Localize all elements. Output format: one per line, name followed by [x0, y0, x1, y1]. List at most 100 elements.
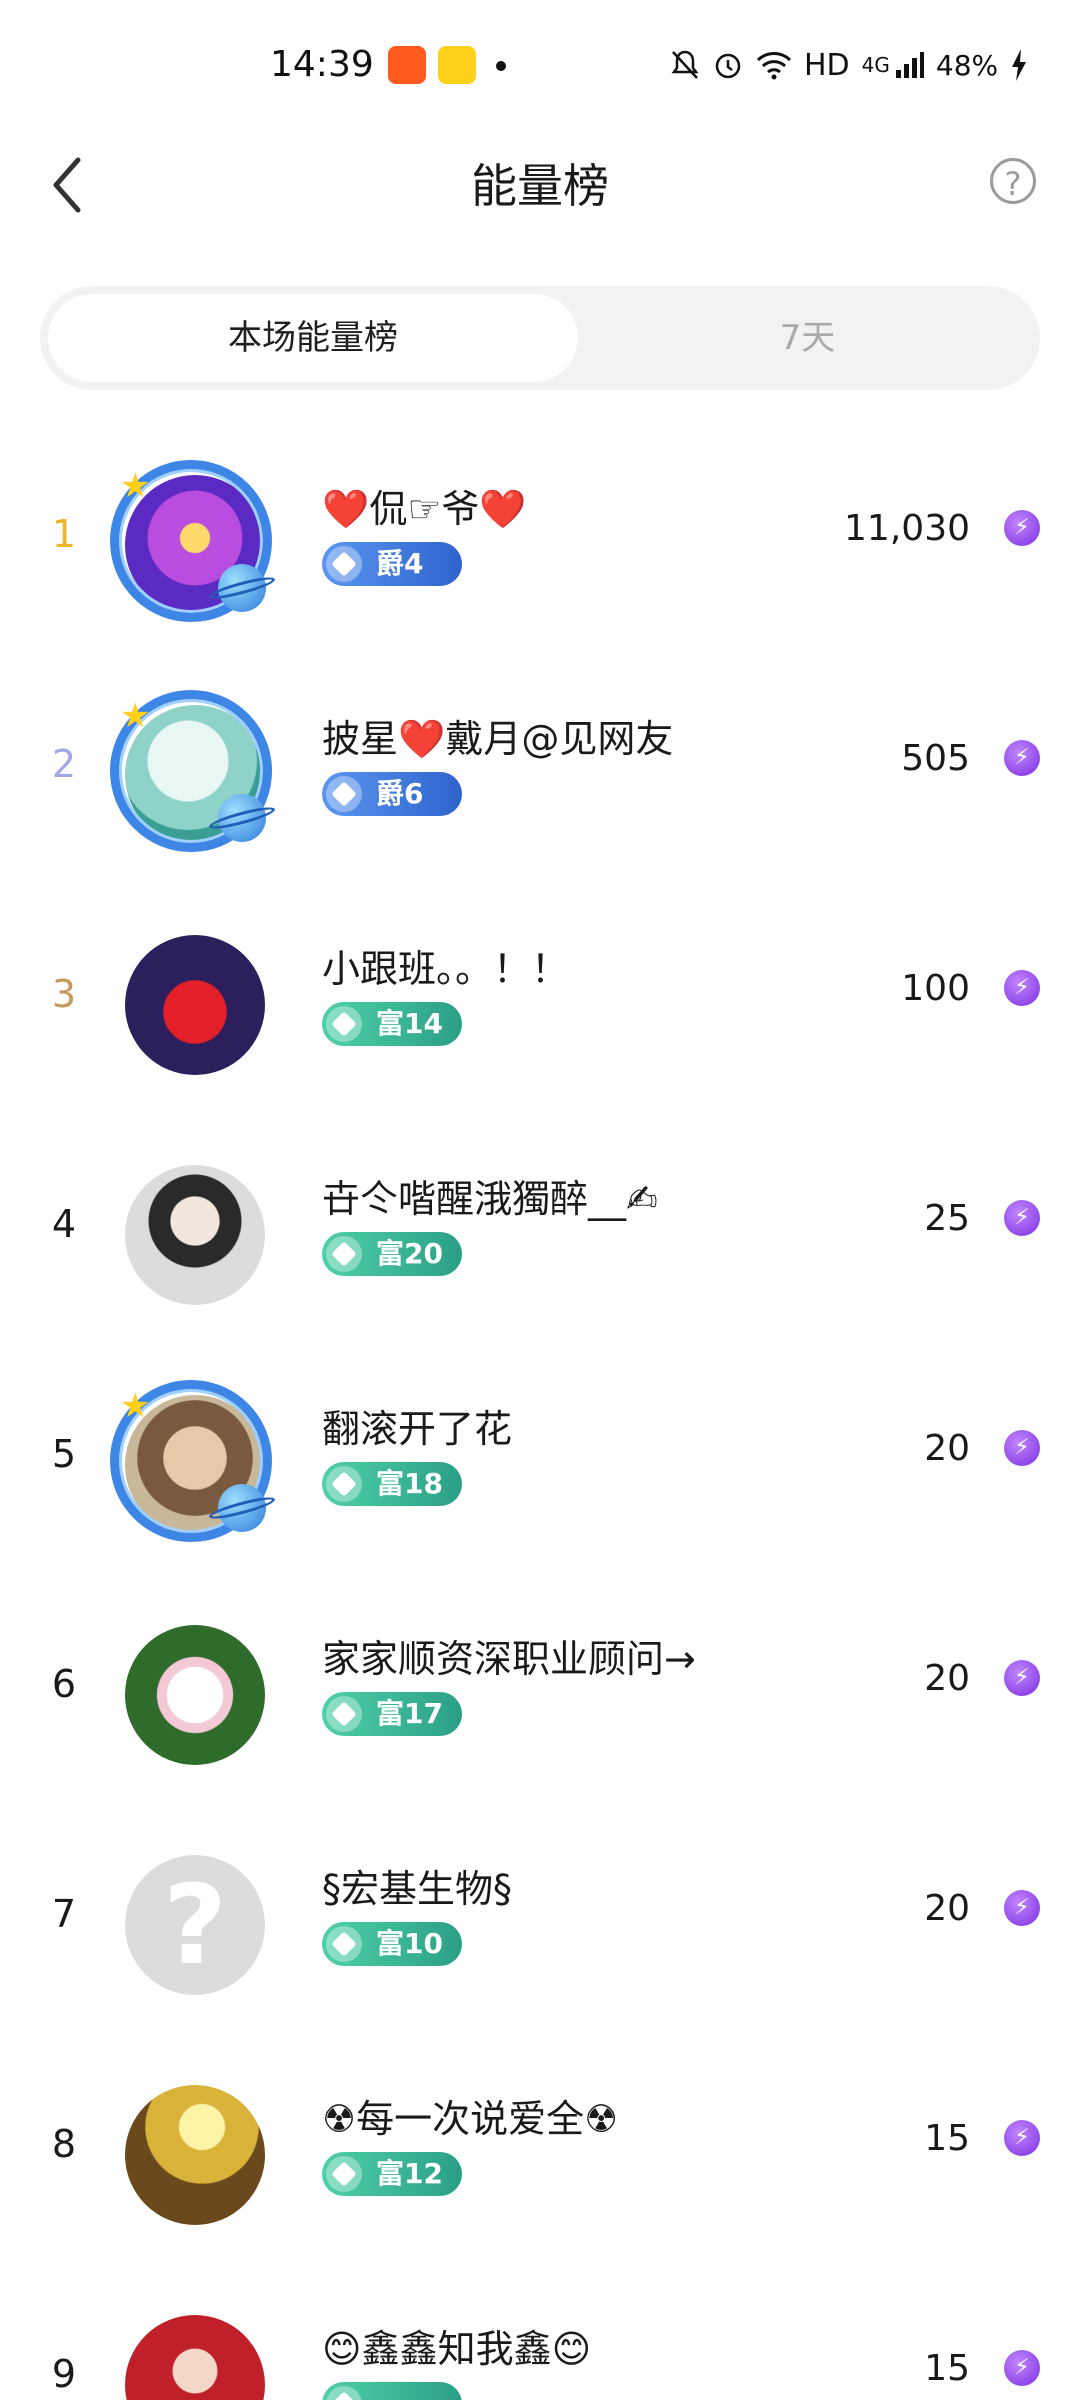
level-badge: 富20 [322, 1232, 462, 1276]
list-item[interactable]: 8 ☢每一次说爱全☢ 富12 15 ⚡ [0, 2040, 1080, 2270]
planet-icon [218, 1484, 266, 1532]
energy-bolt-icon: ⚡ [1004, 1430, 1040, 1466]
level-badge: 爵6 [322, 772, 462, 816]
rank-number: 8 [51, 2122, 77, 2166]
avatar[interactable] [110, 920, 280, 1090]
kuaishou-app-icon [388, 46, 426, 84]
user-name: ☢每一次说爱全☢ [322, 2097, 619, 2141]
xianyu-app-icon [438, 46, 476, 84]
badge-label: 富17 [376, 1697, 443, 1730]
energy-score: 25 [924, 1198, 970, 1239]
user-name: 😊鑫鑫知我鑫😊 [322, 2327, 592, 2371]
badge-triangle-icon [326, 1466, 362, 1502]
user-name: 小跟班。。！！ [322, 947, 570, 991]
planet-icon [218, 794, 266, 842]
user-name: 披星❤️戴月@见网友 [322, 717, 674, 761]
star-icon: ★ [120, 466, 151, 506]
forest-avatar-image [125, 2085, 265, 2225]
level-badge: 富10 [322, 1922, 462, 1966]
energy-bolt-icon: ⚡ [1004, 740, 1040, 776]
badge-label: 富20 [376, 1237, 443, 1270]
user-name: 卋仒喈醒涐獨醉__✍ [322, 1177, 658, 1221]
badge-label: 爵4 [376, 547, 424, 580]
badge-triangle-icon [326, 1006, 362, 1042]
wifi-icon [756, 52, 792, 80]
planet-icon [218, 564, 266, 612]
page-title: 能量榜 [471, 159, 609, 213]
battery-label: 48% [935, 48, 999, 82]
network-label: 4G [861, 53, 890, 77]
mute-bell-icon [671, 50, 699, 79]
rank-number: 6 [51, 1662, 77, 1706]
tab-current-session[interactable]: 本场能量榜 [48, 294, 578, 382]
rank-number: 3 [51, 972, 77, 1016]
list-item[interactable]: 6 家家顺资深职业顾问→ 富17 20 ⚡ [0, 1580, 1080, 1810]
level-badge: 富14 [322, 1002, 462, 1046]
avatar[interactable] [110, 1610, 280, 1780]
energy-score: 15 [924, 2348, 970, 2389]
tab-7-days[interactable]: 7天 [580, 294, 1035, 382]
rank-number: 2 [51, 742, 77, 786]
energy-score: 100 [901, 968, 970, 1009]
unknown-user-icon: ? [125, 1855, 265, 1995]
signal-icon [895, 52, 924, 78]
badge-label: 富18 [376, 1467, 443, 1500]
user-avatar-image [125, 2315, 265, 2400]
energy-bolt-icon: ⚡ [1004, 1890, 1040, 1926]
level-badge: 富12 [322, 2152, 462, 2196]
status-bar: 14:39 HD 4G 48% [0, 0, 1080, 130]
badge-label: 富10 [376, 1927, 443, 1960]
avatar[interactable] [110, 2300, 280, 2400]
lotus-avatar-image [125, 1625, 265, 1765]
rank-number: 5 [51, 1432, 77, 1476]
avatar[interactable]: ★ [110, 460, 280, 630]
list-item[interactable]: 1 ★ ❤️侃☞爷❤️ 爵4 11,030 ⚡ [0, 430, 1080, 660]
energy-bolt-icon: ⚡ [1004, 510, 1040, 546]
energy-score: 11,030 [844, 508, 970, 549]
avatar[interactable] [110, 2070, 280, 2240]
energy-bolt-icon: ⚡ [1004, 1200, 1040, 1236]
list-item[interactable]: 2 ★ 披星❤️戴月@见网友 爵6 505 ⚡ [0, 660, 1080, 890]
badge-triangle-icon [326, 1236, 362, 1272]
user-name: 翻滚开了花 [322, 1407, 513, 1451]
level-badge: 富18 [322, 1462, 462, 1506]
rank-number: 9 [51, 2352, 77, 2396]
rank-number: 1 [51, 512, 77, 556]
charging-icon [1012, 49, 1027, 81]
avatar[interactable]: ? [110, 1840, 280, 2010]
status-time: 14:39 [270, 44, 374, 85]
tab-bar: 本场能量榜 7天 [40, 286, 1040, 390]
list-item[interactable]: 7 ? §宏基生物§ 富10 20 ⚡ [0, 1810, 1080, 2040]
avatar[interactable] [110, 1150, 280, 1320]
list-item[interactable]: 9 😊鑫鑫知我鑫😊 15 ⚡ [0, 2270, 1080, 2400]
badge-label: 爵6 [376, 777, 424, 810]
badge-diamond-icon [326, 776, 362, 812]
status-icons: HD 4G 48% [670, 42, 1028, 88]
list-item[interactable]: 3 小跟班。。！！ 富14 100 ⚡ [0, 890, 1080, 1120]
user-name: §宏基生物§ [322, 1867, 513, 1911]
energy-score: 20 [924, 1888, 970, 1929]
badge-label: 富12 [376, 2157, 443, 2190]
user-avatar-image [125, 1165, 265, 1305]
notification-dot-icon [496, 61, 506, 71]
alarm-icon [715, 53, 741, 79]
avatar[interactable]: ★ [110, 690, 280, 860]
badge-label: 富14 [376, 1007, 443, 1040]
user-name: 家家顺资深职业顾问→ [322, 1637, 696, 1681]
energy-bolt-icon: ⚡ [1004, 2350, 1040, 2386]
help-button[interactable]: ? [990, 158, 1036, 204]
avatar[interactable]: ★ [110, 1380, 280, 1550]
user-name: ❤️侃☞爷❤️ [322, 487, 527, 531]
level-badge: 爵4 [322, 542, 462, 586]
rank-number: 7 [51, 1892, 77, 1936]
energy-bolt-icon: ⚡ [1004, 970, 1040, 1006]
energy-score: 20 [924, 1658, 970, 1699]
list-item[interactable]: 4 卋仒喈醒涐獨醉__✍ 富20 25 ⚡ [0, 1120, 1080, 1350]
star-icon: ★ [120, 1386, 151, 1426]
energy-score: 15 [924, 2118, 970, 2159]
level-badge: 富17 [322, 1692, 462, 1736]
badge-diamond-icon [326, 546, 362, 582]
hd-label: HD [804, 47, 850, 83]
list-item[interactable]: 5 ★ 翻滚开了花 富18 20 ⚡ [0, 1350, 1080, 1580]
heart-avatar-image [125, 935, 265, 1075]
